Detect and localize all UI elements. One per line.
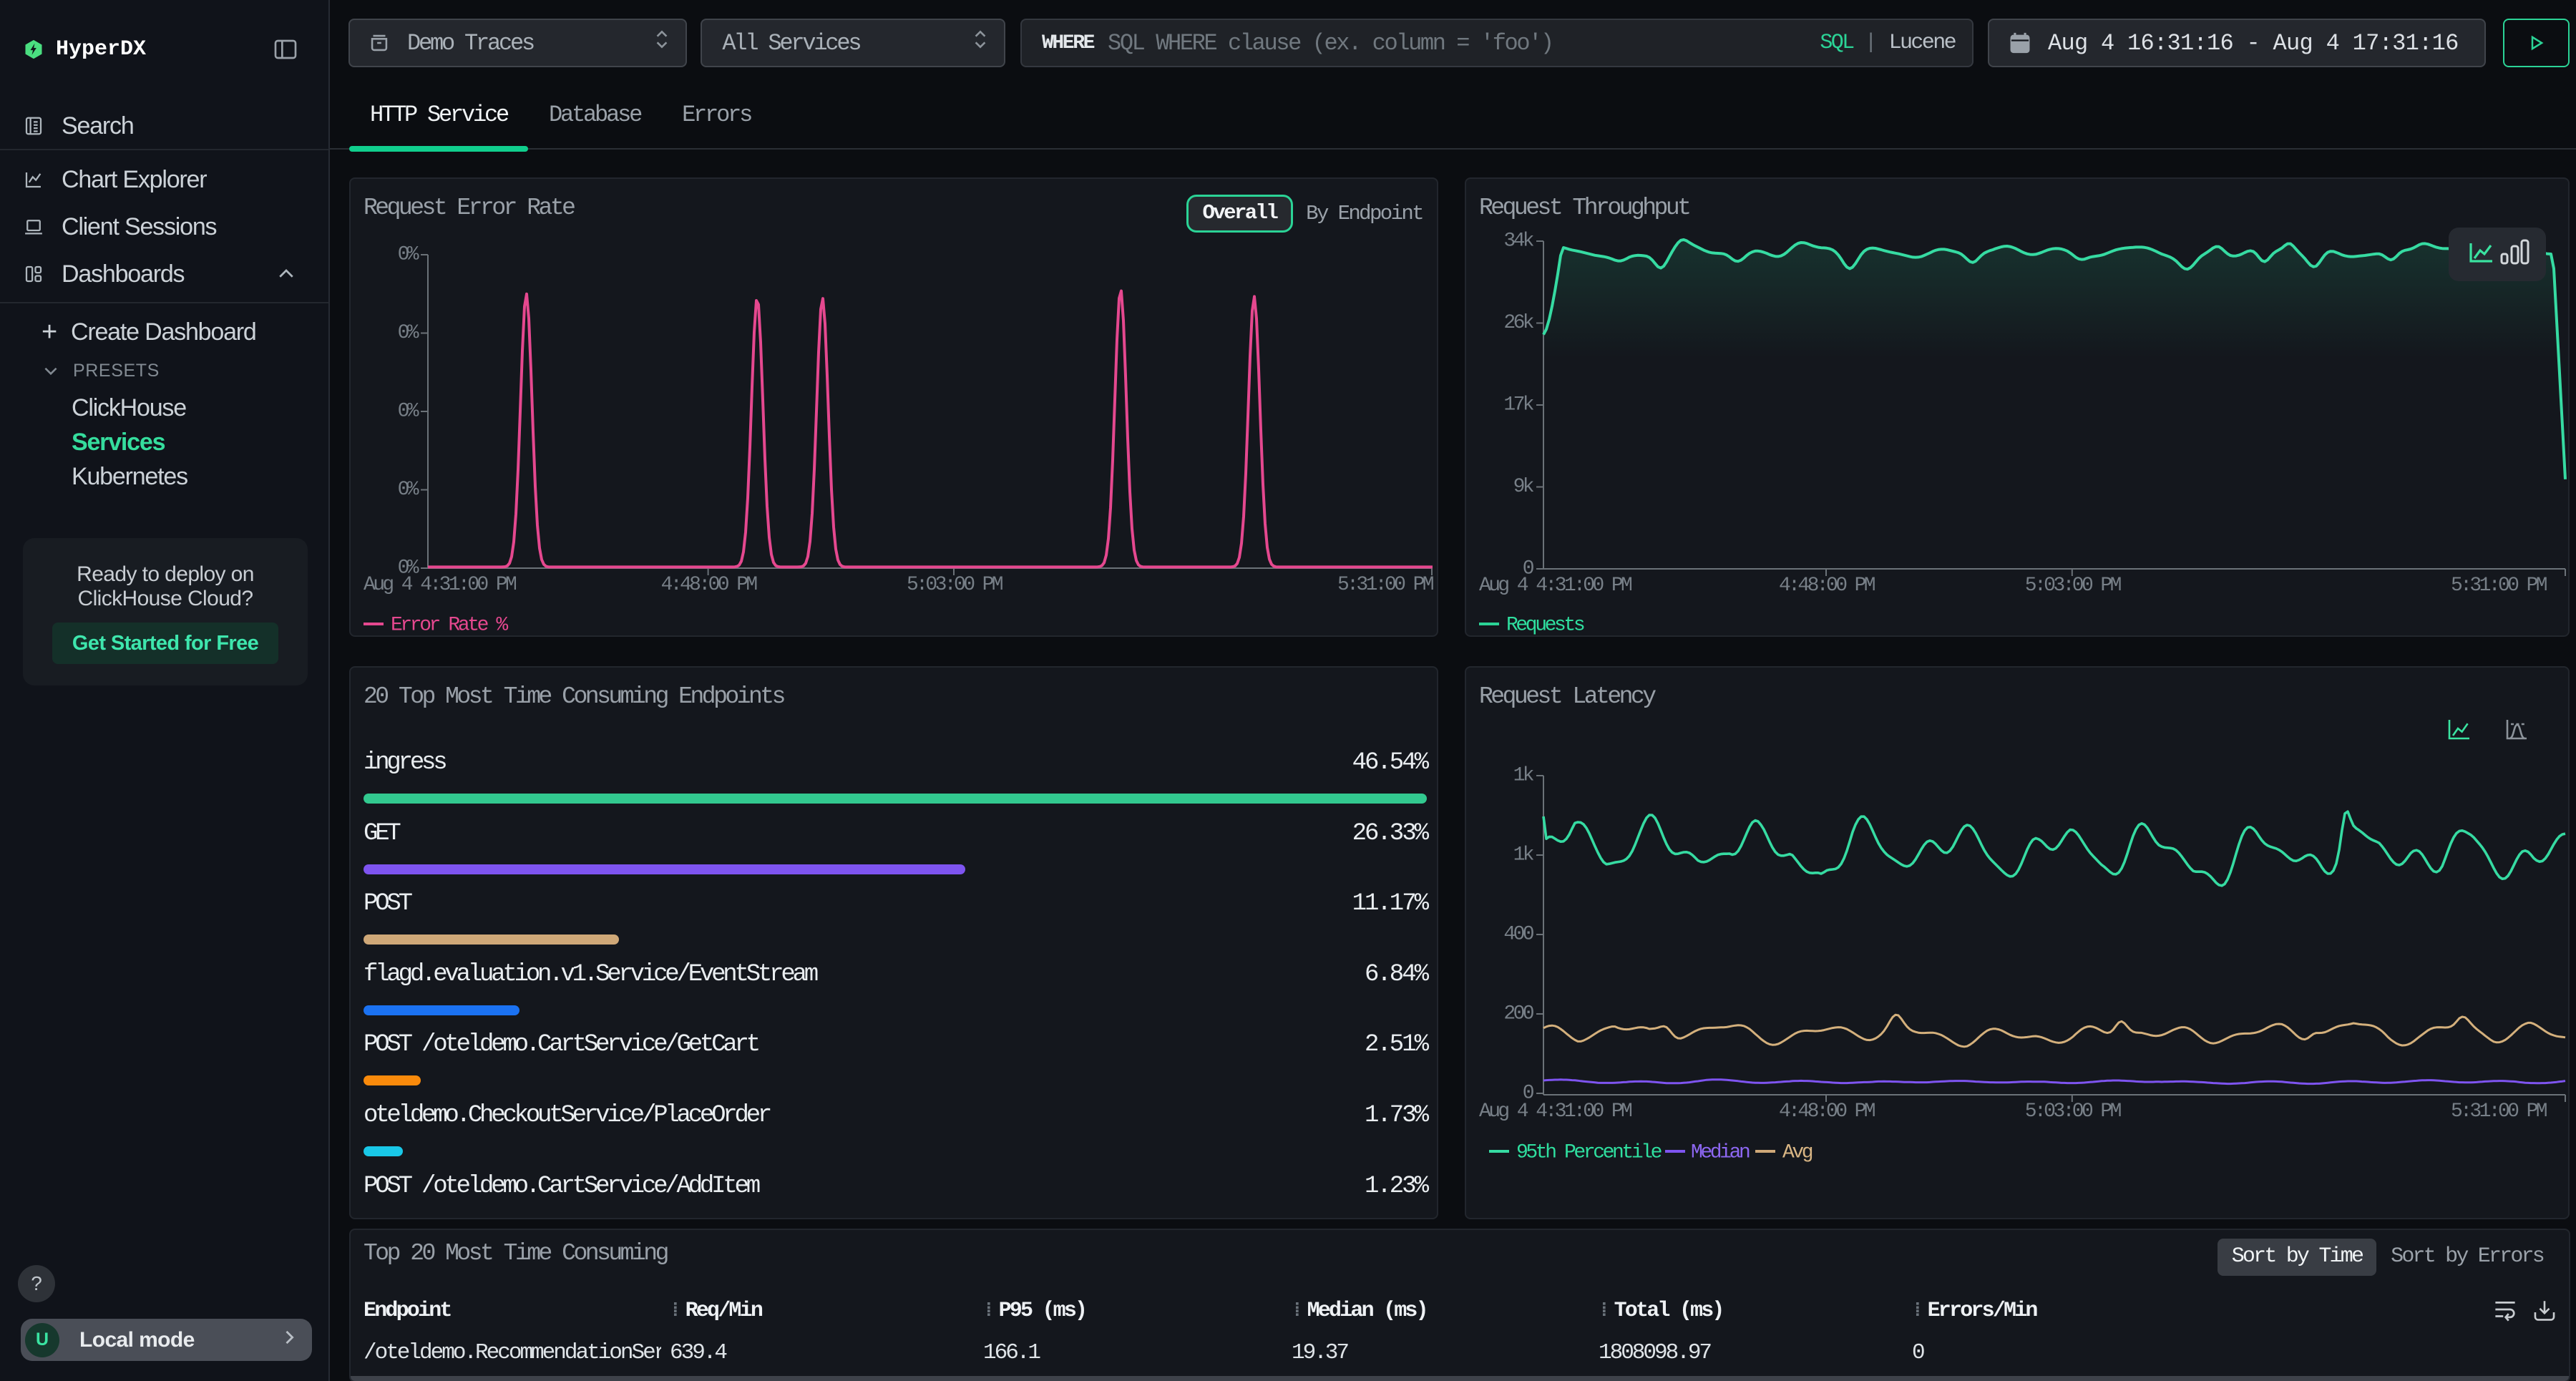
svg-text:34k: 34k <box>1503 230 1533 253</box>
svg-text:1k: 1k <box>1513 844 1534 867</box>
svg-text:95th Percentile: 95th Percentile <box>1516 1142 1662 1164</box>
svg-text:4:48:00 PM: 4:48:00 PM <box>1779 575 1875 597</box>
svg-text:17k: 17k <box>1503 394 1533 416</box>
svg-text:5:03:00 PM: 5:03:00 PM <box>2025 1101 2122 1123</box>
svg-text:Error Rate %: Error Rate % <box>391 615 508 637</box>
svg-text:Avg: Avg <box>1782 1142 1813 1164</box>
svg-text:5:03:00 PM: 5:03:00 PM <box>907 574 1003 596</box>
svg-text:Median: Median <box>1691 1142 1750 1164</box>
svg-text:5:03:00 PM: 5:03:00 PM <box>2025 575 2122 597</box>
svg-text:400: 400 <box>1503 924 1533 946</box>
svg-text:Aug 4 4:31:00 PM: Aug 4 4:31:00 PM <box>1479 575 1632 597</box>
svg-text:1k: 1k <box>1513 765 1534 787</box>
svg-text:5:31:00 PM: 5:31:00 PM <box>2451 1101 2547 1123</box>
svg-text:Aug 4 4:31:00 PM: Aug 4 4:31:00 PM <box>364 574 517 596</box>
svg-text:Requests: Requests <box>1506 615 1584 637</box>
svg-text:5:31:00 PM: 5:31:00 PM <box>2451 575 2547 597</box>
svg-text:0%: 0% <box>398 479 419 501</box>
svg-text:0%: 0% <box>398 322 419 344</box>
svg-text:0%: 0% <box>398 401 419 423</box>
svg-text:5:31:00 PM: 5:31:00 PM <box>1337 574 1434 596</box>
svg-text:Aug 4 4:31:00 PM: Aug 4 4:31:00 PM <box>1479 1101 1632 1123</box>
svg-text:0%: 0% <box>398 244 419 266</box>
svg-text:4:48:00 PM: 4:48:00 PM <box>661 574 758 596</box>
svg-text:4:48:00 PM: 4:48:00 PM <box>1779 1101 1875 1123</box>
svg-text:26k: 26k <box>1503 312 1533 334</box>
svg-text:200: 200 <box>1503 1003 1533 1025</box>
svg-text:9k: 9k <box>1513 476 1534 498</box>
